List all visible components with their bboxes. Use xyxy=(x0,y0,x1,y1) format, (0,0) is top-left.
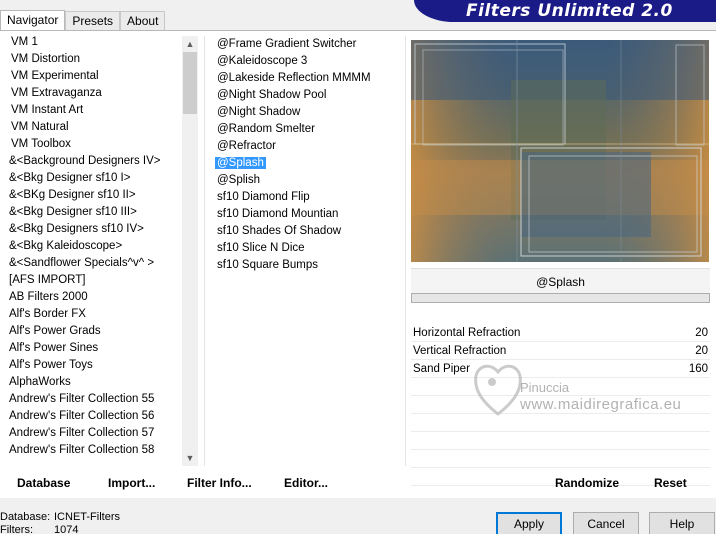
filter-item-label: sf10 Shades Of Shadow xyxy=(217,225,342,237)
category-item[interactable]: VM Natural xyxy=(0,119,182,136)
tab-presets[interactable]: Presets xyxy=(65,11,121,31)
filters-count-label: Filters: xyxy=(0,524,33,534)
category-item[interactable]: &<Bkg Designer sf10 I> xyxy=(0,170,182,187)
category-item[interactable]: Andrew's Filter Collection 58 xyxy=(0,442,182,459)
editor-button[interactable]: Editor... xyxy=(284,472,328,494)
category-item[interactable]: Andrew's Filter Collection 56 xyxy=(0,408,182,425)
param-row-vertical-refraction[interactable]: Vertical Refraction 20 xyxy=(411,342,710,360)
category-scrollbar[interactable]: ▲ ▼ xyxy=(182,36,198,466)
scroll-thumb[interactable] xyxy=(183,52,197,114)
param-row-horizontal-refraction[interactable]: Horizontal Refraction 20 xyxy=(411,324,710,342)
filter-item-label: sf10 Diamond Flip xyxy=(217,191,310,203)
filter-item-label: @Kaleidoscope 3 xyxy=(217,55,308,67)
status-info: Database: ICNET-Filters Filters: 1074 xyxy=(0,511,120,534)
filter-item[interactable]: @Frame Gradient Switcher xyxy=(205,36,405,53)
category-item[interactable]: Alf's Border FX xyxy=(0,306,182,323)
category-item[interactable]: VM Distortion xyxy=(0,51,182,68)
category-item[interactable]: Andrew's Filter Collection 57 xyxy=(0,425,182,442)
filter-item-label: @Night Shadow xyxy=(217,106,301,118)
randomize-button[interactable]: Randomize xyxy=(555,472,619,494)
filter-item-label: @Night Shadow Pool xyxy=(217,89,327,101)
category-item[interactable]: VM Extravaganza xyxy=(0,85,182,102)
filter-item[interactable]: @Refractor xyxy=(205,138,405,155)
filter-item[interactable]: @Kaleidoscope 3 xyxy=(205,53,405,70)
current-filter-name: @Splash xyxy=(411,268,710,294)
filter-item[interactable]: sf10 Shades Of Shadow xyxy=(205,223,405,240)
filter-item-label: sf10 Slice N Dice xyxy=(217,242,305,254)
filter-item-label: sf10 Square Bumps xyxy=(217,259,319,271)
category-item[interactable]: VM Experimental xyxy=(0,68,182,85)
filter-item-label: @Refractor xyxy=(217,140,276,152)
param-value[interactable]: 160 xyxy=(689,360,708,377)
filter-item[interactable]: @Night Shadow Pool xyxy=(205,87,405,104)
cancel-button[interactable]: Cancel xyxy=(573,512,639,534)
filter-item-label: @Random Smelter xyxy=(217,123,315,135)
import-button[interactable]: Import... xyxy=(108,472,155,494)
filter-item[interactable]: sf10 Square Bumps xyxy=(205,257,405,274)
render-progress-bar xyxy=(411,293,710,303)
filter-item[interactable]: sf10 Slice N Dice xyxy=(205,240,405,257)
filter-item[interactable]: @Splish xyxy=(205,172,405,189)
tab-about[interactable]: About xyxy=(120,11,166,31)
param-row-empty xyxy=(411,414,710,432)
category-item[interactable]: Alf's Power Grads xyxy=(0,323,182,340)
scroll-down-icon[interactable]: ▼ xyxy=(182,450,198,466)
filter-item[interactable]: @Splash xyxy=(205,155,405,172)
scroll-up-icon[interactable]: ▲ xyxy=(182,36,198,52)
filter-item-label: @Lakeside Reflection MMMM xyxy=(217,72,371,84)
category-item[interactable]: &<Bkg Kaleidoscope> xyxy=(0,238,182,255)
category-item[interactable]: Alf's Power Toys xyxy=(0,357,182,374)
parameter-list: Horizontal Refraction 20 Vertical Refrac… xyxy=(411,324,710,486)
help-button[interactable]: Help xyxy=(649,512,715,534)
param-row-empty xyxy=(411,432,710,450)
filter-item-label: @Splash xyxy=(215,157,266,169)
category-item[interactable]: &<Sandflower Specials^v^ > xyxy=(0,255,182,272)
filter-item-label: sf10 Diamond Mountian xyxy=(217,208,339,220)
filter-item[interactable]: @Lakeside Reflection MMMM xyxy=(205,70,405,87)
database-value: ICNET-Filters xyxy=(54,511,120,523)
param-row-empty xyxy=(411,378,710,396)
param-value[interactable]: 20 xyxy=(695,324,708,341)
banner-title: Filters Unlimited 2.0 xyxy=(466,1,673,21)
filter-item-label: @Splish xyxy=(217,174,260,186)
filter-preview-image xyxy=(411,40,709,262)
param-label: Horizontal Refraction xyxy=(413,327,521,339)
database-label: Database: xyxy=(0,511,51,523)
param-row-empty xyxy=(411,396,710,414)
param-row-sand-piper[interactable]: Sand Piper 160 xyxy=(411,360,710,378)
param-value[interactable]: 20 xyxy=(695,342,708,359)
category-item[interactable]: VM Instant Art xyxy=(0,102,182,119)
category-item[interactable]: Alf's Power Sines xyxy=(0,340,182,357)
param-label: Vertical Refraction xyxy=(413,345,507,357)
category-item[interactable]: Andrew's Filter Collection 55 xyxy=(0,391,182,408)
category-item[interactable]: &<BKg Designer sf10 II> xyxy=(0,187,182,204)
category-item[interactable]: AB Filters 2000 xyxy=(0,289,182,306)
param-row-empty xyxy=(411,450,710,468)
filter-item[interactable]: sf10 Diamond Mountian xyxy=(205,206,405,223)
category-item[interactable]: VM 1 xyxy=(0,34,182,51)
filter-list[interactable]: @Frame Gradient Switcher @Kaleidoscope 3 @… xyxy=(204,36,406,466)
bottom-toolbar: Database Import... Filter Info... Editor… xyxy=(0,472,716,494)
tab-navigator[interactable]: Navigator xyxy=(0,10,66,31)
tab-strip: Navigator Presets About xyxy=(0,10,166,31)
preview-pattern xyxy=(411,40,709,262)
category-item[interactable]: AlphaWorks xyxy=(0,374,182,391)
category-item[interactable]: [AFS IMPORT] xyxy=(0,272,182,289)
apply-button[interactable]: Apply xyxy=(496,512,562,534)
param-label: Sand Piper xyxy=(413,363,470,375)
filter-info-button[interactable]: Filter Info... xyxy=(187,472,252,494)
reset-button[interactable]: Reset xyxy=(654,472,687,494)
database-button[interactable]: Database xyxy=(17,472,70,494)
category-item[interactable]: &<Bkg Designer sf10 III> xyxy=(0,204,182,221)
filter-item[interactable]: sf10 Diamond Flip xyxy=(205,189,405,206)
filter-item[interactable]: @Random Smelter xyxy=(205,121,405,138)
filter-item-label: @Frame Gradient Switcher xyxy=(217,38,357,50)
app-banner: Filters Unlimited 2.0 xyxy=(414,0,716,22)
filter-item[interactable]: @Night Shadow xyxy=(205,104,405,121)
category-item[interactable]: &<Background Designers IV> xyxy=(0,153,182,170)
category-item[interactable]: VM Toolbox xyxy=(0,136,182,153)
category-list[interactable]: VM 1 VM Distortion VM Experimental VM Extra… xyxy=(0,34,182,466)
category-item[interactable]: &<Bkg Designers sf10 IV> xyxy=(0,221,182,238)
filters-count-value: 1074 xyxy=(54,524,79,534)
